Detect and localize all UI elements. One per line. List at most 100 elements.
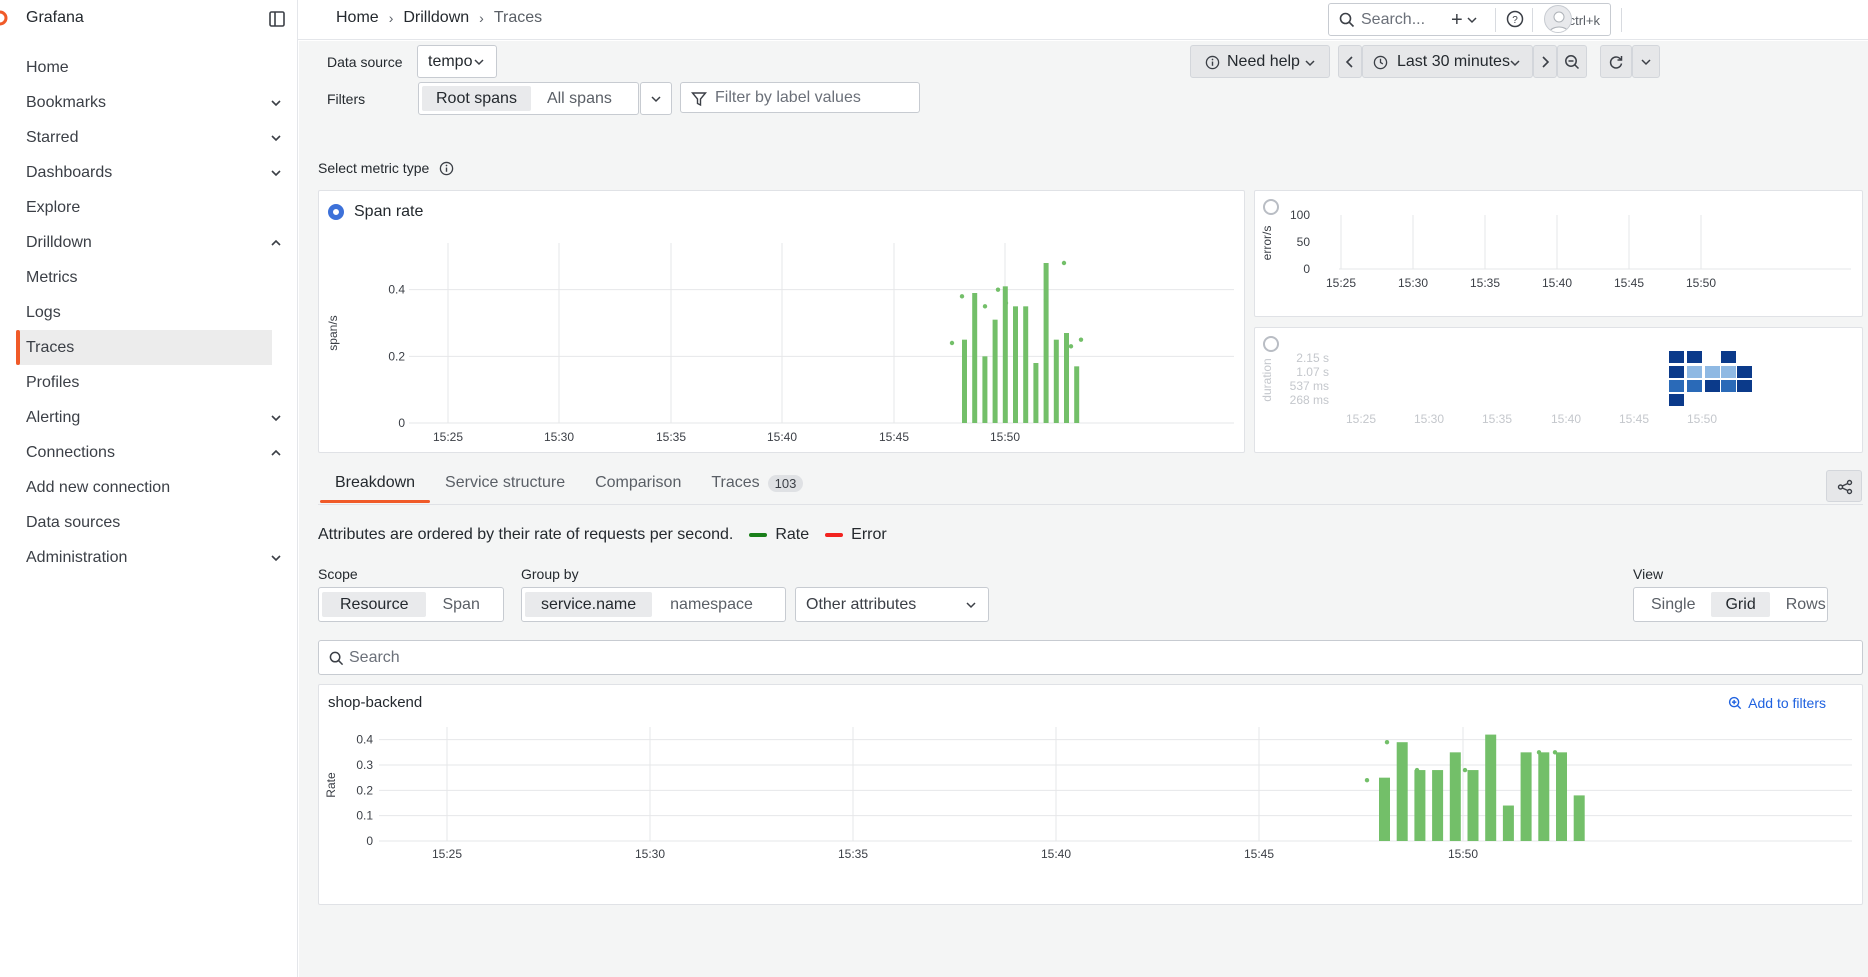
bar [972,293,978,423]
divider [1621,8,1622,32]
sidebar-item-label: Drilldown [26,233,92,251]
breadcrumb-home[interactable]: Home [336,9,379,27]
view-single-option[interactable]: Single [1637,592,1709,617]
chevron-down-icon[interactable] [270,167,282,179]
sidebar-item-add-new-connection[interactable]: Add new connection [0,470,298,505]
x-tick-label: 15:40 [1542,276,1572,290]
sidebar-item-label: Alerting [26,408,81,426]
bar [1538,752,1550,841]
time-forward-button[interactable] [1533,45,1557,78]
group-namespace-option[interactable]: namespace [654,592,769,617]
heatmap-cell [1705,366,1720,378]
avatar[interactable] [1544,5,1572,33]
view-grid-option[interactable]: Grid [1711,592,1770,617]
sidebar-item-metrics[interactable]: Metrics [0,260,298,295]
sidebar-item-explore[interactable]: Explore [0,190,298,225]
other-attributes-select[interactable]: Other attributes [795,587,989,622]
duration-panel[interactable]: 268 ms 537 ms 1.07 s 2.15 s 15:25 15:30 15:35 1… [1254,327,1863,453]
breadcrumb-drilldown[interactable]: Drilldown [403,9,469,27]
bar [1414,770,1426,841]
label-filter-input[interactable]: Filter by label values [680,82,920,113]
sidebar: Grafana Home Bookmarks Starred Dashboards Ex… [0,0,298,977]
y-tick-label: 1.07 s [1296,365,1329,379]
bar [1379,777,1390,841]
attribute-search-input[interactable]: Search [318,640,1863,675]
data-source-label: Data source [327,54,403,70]
root-spans-option[interactable]: Root spans [422,86,531,111]
breakdown-description-row: Attributes are ordered by their rate of … [318,526,887,544]
sidebar-item-label: Administration [26,548,128,566]
data-source-value: tempo [428,52,473,70]
data-point [1552,750,1558,755]
sidebar-item-bookmarks[interactable]: Bookmarks [0,85,298,120]
sidebar-item-administration[interactable]: Administration [0,540,298,575]
zoom-out-button[interactable] [1557,45,1587,78]
x-tick-label: 15:25 [1326,276,1356,290]
scope-resource-option[interactable]: Resource [322,592,427,617]
chevron-up-icon[interactable] [270,237,282,249]
tab-divider [318,504,1863,505]
refresh-button[interactable] [1600,45,1632,78]
chevron-down-icon[interactable] [270,132,282,144]
new-menu-button[interactable]: + [1451,9,1491,31]
time-back-button[interactable] [1338,45,1362,78]
metric-type-label: Select metric type [318,160,430,176]
heatmap-cell [1669,366,1684,378]
sidebar-item-drilldown[interactable]: Drilldown [0,225,298,260]
view-rows-option[interactable]: Rows [1772,592,1840,617]
tab-comparison[interactable]: Comparison [580,465,696,501]
chevron-down-icon[interactable] [270,552,282,564]
sidebar-item-alerting[interactable]: Alerting [0,400,298,435]
sidebar-item-connections[interactable]: Connections [0,435,298,470]
sidebar-item-home[interactable]: Home [0,50,298,85]
clock-icon [1373,55,1388,70]
data-point [1384,740,1390,745]
bar [1556,752,1567,841]
span-rate-panel[interactable]: Span rate 15:25 15:30 15:35 15:40 15:45 15:50… [318,190,1245,453]
heatmap-cell [1721,366,1736,378]
span-type-dropdown[interactable] [640,82,672,115]
help-icon[interactable]: ? [1506,10,1524,28]
time-range-picker[interactable]: Last 30 minutes [1362,45,1533,78]
tab-service-structure[interactable]: Service structure [430,465,580,501]
chevron-up-icon[interactable] [270,447,282,459]
data-point [995,287,1001,292]
all-spans-option[interactable]: All spans [533,86,626,111]
share-button[interactable] [1826,470,1862,502]
service-rate-chart: 0 0.1 0.2 0.3 0.4 15:25 15:30 15:35 15:40 15:45 15… [324,727,1852,861]
search-icon [1339,12,1355,28]
service-panel: shop-backend Add to filters 0 0.1 0.2 0.3 0.… [318,684,1863,905]
data-point [1536,750,1542,755]
scope-span-option[interactable]: Span [428,592,493,617]
sidebar-item-traces[interactable]: Traces [16,330,272,365]
dock-menu-icon[interactable] [268,10,286,28]
sidebar-item-dashboards[interactable]: Dashboards [0,155,298,190]
x-tick-label: 15:35 [838,847,868,861]
refresh-interval-dropdown[interactable] [1632,45,1660,78]
sidebar-item-label: Bookmarks [26,93,107,111]
x-tick-label: 15:50 [1448,847,1478,861]
tab-breakdown[interactable]: Breakdown [320,465,431,503]
need-help-button[interactable]: Need help [1190,45,1330,78]
chevron-down-icon[interactable] [270,412,282,424]
tab-traces[interactable]: Traces 103 [696,465,818,501]
data-source-select[interactable]: tempo [417,45,497,78]
breakdown-description: Attributes are ordered by their rate of … [318,526,734,543]
sidebar-item-starred[interactable]: Starred [0,120,298,155]
sidebar-item-profiles[interactable]: Profiles [0,365,298,400]
sidebar-item-label: Dashboards [26,163,113,181]
sidebar-item-logs[interactable]: Logs [0,295,298,330]
time-range-value: Last 30 minutes [1397,52,1510,70]
sidebar-item-data-sources[interactable]: Data sources [0,505,298,540]
group-service-name-option[interactable]: service.name [525,592,653,617]
filter-icon [691,92,707,107]
bar [1013,306,1018,423]
errors-panel[interactable]: 0 50 100 15:25 15:30 15:35 15:40 15:45 15:50 erro… [1254,190,1863,317]
x-tick-label: 15:35 [1482,412,1512,426]
sidebar-item-label: Data sources [26,513,121,531]
chevron-down-icon[interactable] [270,97,282,109]
sidebar-item-label: Logs [26,303,61,321]
data-point [1068,344,1074,349]
group-by-label: Group by [521,566,579,582]
chevron-down-icon [651,96,661,103]
